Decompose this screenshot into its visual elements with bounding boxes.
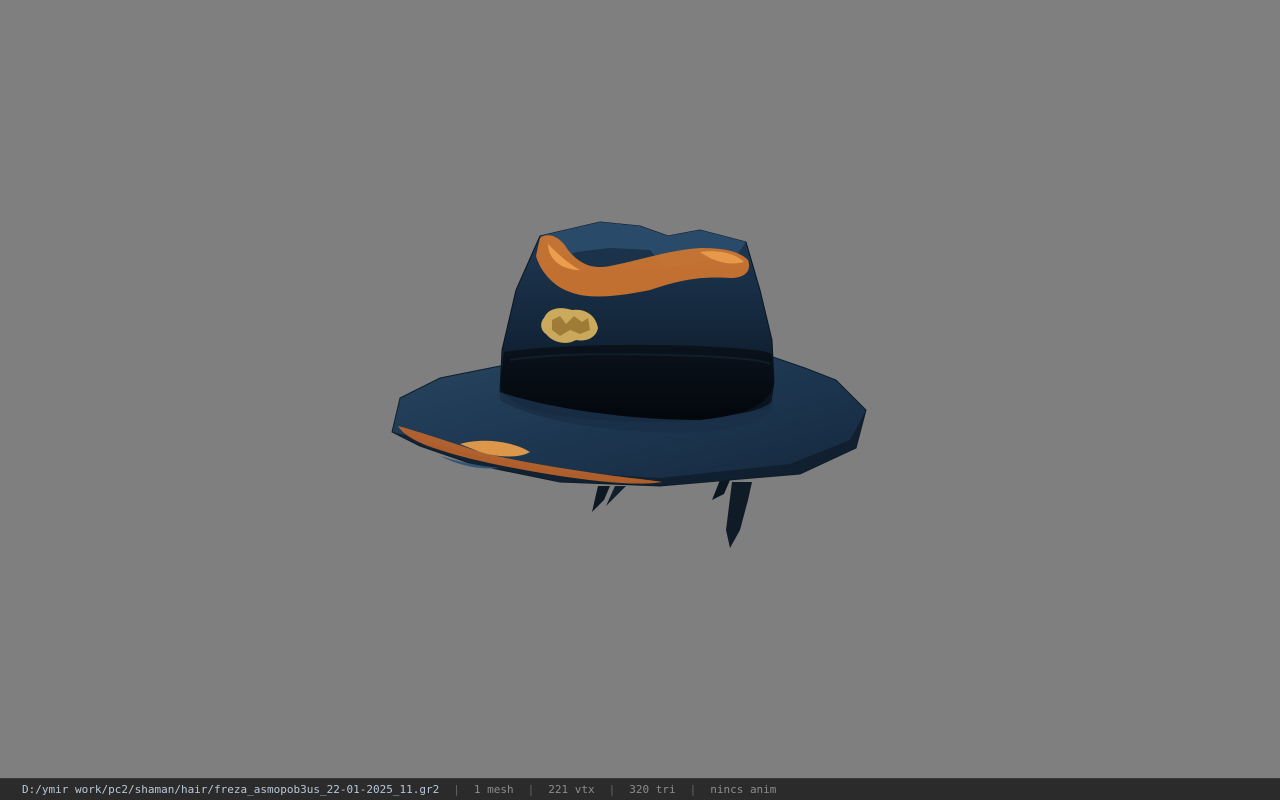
separator: | [453, 783, 460, 796]
separator: | [527, 783, 535, 796]
hair-strands [592, 480, 752, 548]
separator: | [608, 783, 616, 796]
triangle-count: 320 tri [629, 783, 676, 796]
vertex-count: 221 vtx [548, 783, 595, 796]
file-path: D:/ymir work/pc2/shaman/hair/freza_asmop… [22, 783, 440, 796]
status-bar: D:/ymir work/pc2/shaman/hair/freza_asmop… [0, 778, 1280, 800]
3d-viewport[interactable] [0, 0, 1280, 778]
separator: | [689, 783, 697, 796]
hat-model[interactable] [0, 0, 1280, 778]
mesh-count: 1 mesh [473, 783, 514, 796]
animation-status: nincs anim [710, 783, 777, 796]
